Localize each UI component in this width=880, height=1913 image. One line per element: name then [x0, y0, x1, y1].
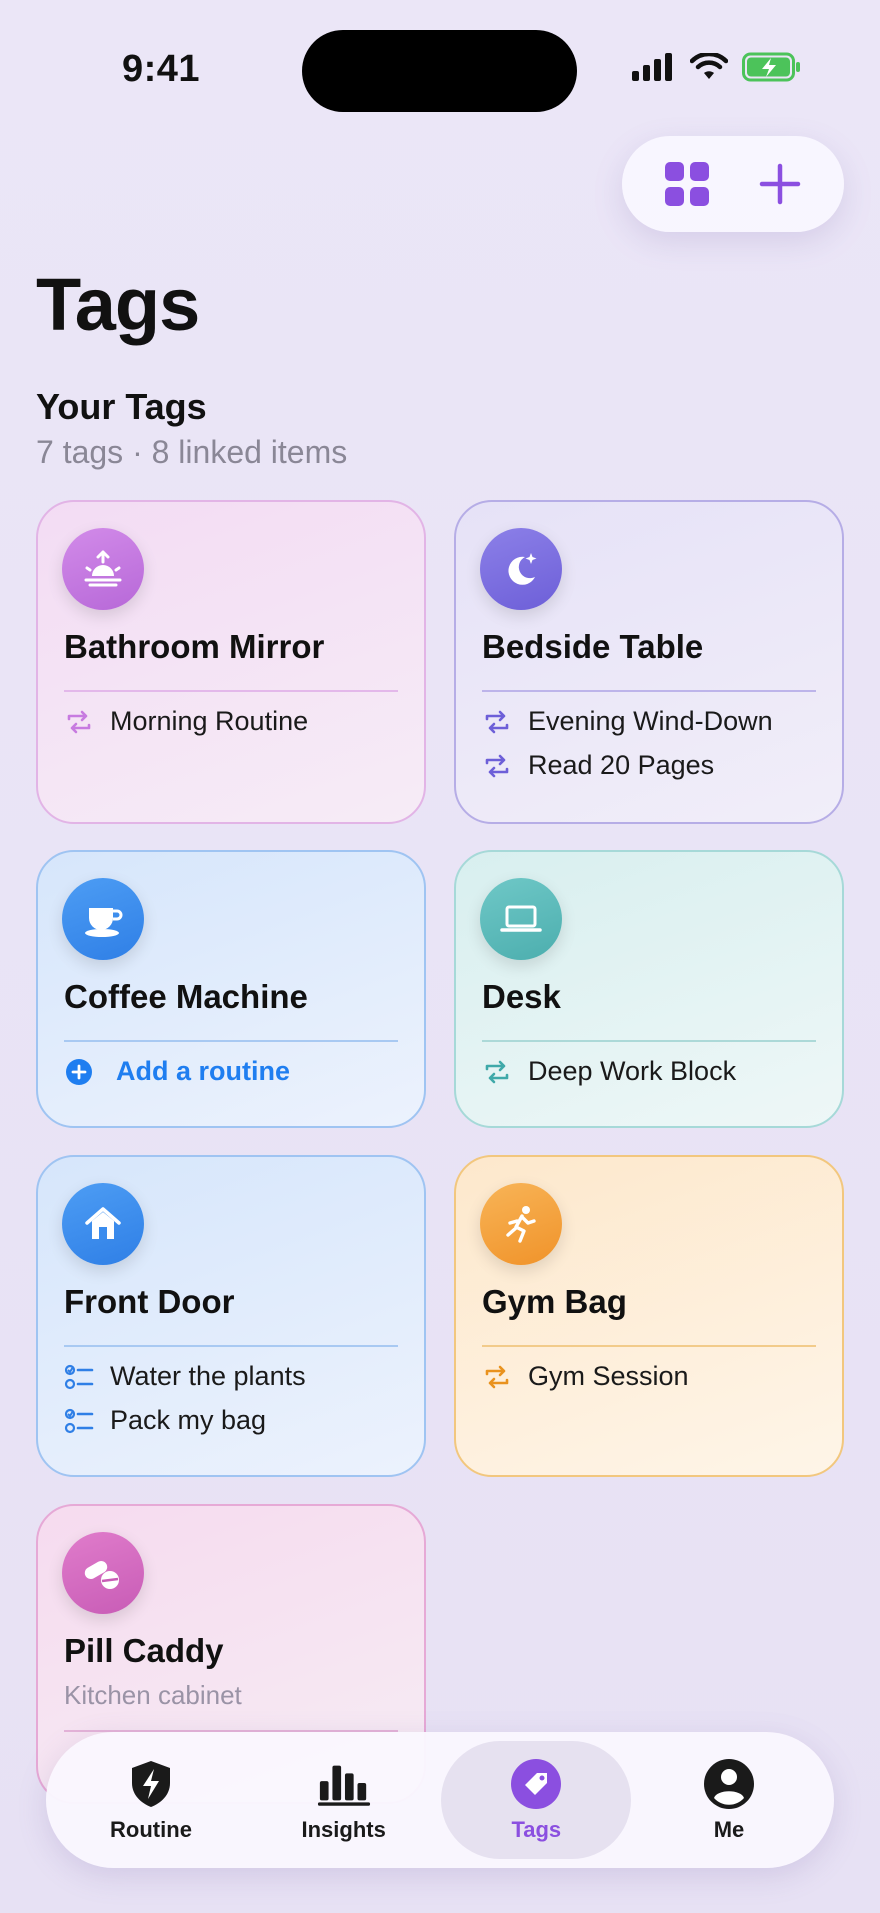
- divider: [64, 1345, 398, 1347]
- tag-title: Desk: [482, 978, 561, 1015]
- page-title: Tags: [36, 263, 200, 346]
- linked-routine-item[interactable]: Evening Wind-Down: [482, 706, 822, 737]
- tag-title: Bedside Table: [482, 628, 704, 665]
- linked-routine-item[interactable]: Morning Routine: [64, 706, 404, 737]
- linked-checklist-item[interactable]: Water the plants: [64, 1361, 404, 1392]
- tag-icon: [509, 1757, 563, 1811]
- section-subtitle: 7 tags · 8 linked items: [36, 434, 348, 470]
- linked-routine-item[interactable]: Deep Work Block: [482, 1056, 822, 1087]
- repeat-icon: [482, 751, 512, 781]
- linked-checklist-item[interactable]: Pack my bag: [64, 1405, 404, 1436]
- tab-label: Insights: [301, 1817, 386, 1842]
- dynamic-island: [302, 30, 577, 112]
- tag-icon-badge: [480, 878, 562, 960]
- tag-title: Coffee Machine: [64, 978, 308, 1015]
- tab-insights[interactable]: Insights: [249, 1741, 439, 1859]
- linked-routine-item[interactable]: Gym Session: [482, 1361, 822, 1392]
- tag-card-bedside-table[interactable]: Bedside Table Evening Wind-Down Read 20 …: [454, 500, 844, 824]
- sunrise-icon: [84, 550, 122, 587]
- tag-card-front-door[interactable]: Front Door Water the plants Pack my bag: [36, 1155, 426, 1477]
- repeat-icon: [64, 707, 94, 737]
- checklist-icon: [64, 1362, 94, 1392]
- tag-icon-badge: [62, 1183, 144, 1265]
- laptop-icon: [500, 905, 542, 932]
- repeat-icon: [482, 707, 512, 737]
- status-time: 9:41: [122, 48, 201, 90]
- wifi-icon: [690, 53, 728, 79]
- repeat-icon: [482, 1057, 512, 1087]
- tag-title: Pill Caddy: [64, 1632, 224, 1669]
- add-routine-button[interactable]: Add a routine: [64, 1056, 404, 1087]
- tag-card-coffee-machine[interactable]: Coffee Machine Add a routine: [36, 850, 426, 1128]
- running-figure-icon: [506, 1206, 536, 1243]
- tag-icon-badge: [62, 1532, 144, 1614]
- tab-me[interactable]: Me: [634, 1741, 824, 1859]
- tag-title: Gym Bag: [482, 1283, 627, 1320]
- linked-item-label: Morning Routine: [110, 706, 309, 736]
- linked-item-label: Water the plants: [110, 1361, 306, 1391]
- linked-item-label: Deep Work Block: [528, 1056, 737, 1086]
- header-actions: [622, 136, 844, 232]
- tab-routine[interactable]: Routine: [56, 1741, 246, 1859]
- tab-bar: Routine Insights Tags Me: [46, 1732, 834, 1868]
- tab-tags[interactable]: Tags: [441, 1741, 632, 1859]
- tag-icon-badge: [480, 528, 562, 610]
- tag-icon-badge: [62, 878, 144, 960]
- bar-chart-icon: [317, 1757, 371, 1811]
- status-icons: [632, 52, 802, 82]
- divider: [482, 1040, 816, 1042]
- tag-card-bathroom-mirror[interactable]: Bathroom Mirror Morning Routine: [36, 500, 426, 824]
- linked-item-label: Pack my bag: [110, 1405, 267, 1435]
- plus-icon: [759, 163, 800, 205]
- tag-icon-badge: [480, 1183, 562, 1265]
- tag-card-gym-bag[interactable]: Gym Bag Gym Session: [454, 1155, 844, 1477]
- pills-icon: [84, 1561, 119, 1589]
- repeat-icon: [482, 1362, 512, 1392]
- linked-item-label: Evening Wind-Down: [528, 706, 773, 736]
- divider: [482, 1345, 816, 1347]
- plus-circle-icon: [64, 1057, 94, 1087]
- person-circle-icon: [702, 1757, 756, 1811]
- grid-view-button[interactable]: [652, 149, 722, 219]
- tag-card-desk[interactable]: Desk Deep Work Block: [454, 850, 844, 1128]
- cellular-signal-icon: [632, 53, 672, 81]
- add-tag-button[interactable]: [745, 149, 815, 219]
- section-title: Your Tags: [36, 386, 207, 427]
- grid-icon: [664, 162, 709, 206]
- battery-charging-icon: [742, 52, 800, 82]
- tag-subtitle: Kitchen cabinet: [64, 1680, 242, 1710]
- linked-item-label: Gym Session: [528, 1361, 689, 1391]
- tag-title: Front Door: [64, 1283, 235, 1320]
- tab-label: Me: [713, 1817, 745, 1842]
- tab-label: Tags: [511, 1817, 562, 1842]
- moon-stars-icon: [508, 553, 537, 585]
- divider: [64, 1040, 398, 1042]
- add-routine-label: Add a routine: [116, 1056, 290, 1086]
- linked-item-label: Read 20 Pages: [528, 750, 715, 780]
- checklist-icon: [64, 1406, 94, 1436]
- divider: [64, 690, 398, 692]
- tag-icon-badge: [62, 528, 144, 610]
- bolt-shield-icon: [124, 1757, 178, 1811]
- coffee-cup-icon: [85, 908, 123, 937]
- tab-label: Routine: [110, 1817, 192, 1842]
- tags-screen: 9:41 Tags Your Tags 7 tags · 8 linked it…: [0, 0, 880, 1913]
- tag-title: Bathroom Mirror: [64, 628, 325, 665]
- linked-routine-item[interactable]: Read 20 Pages: [482, 750, 822, 781]
- house-icon: [85, 1207, 121, 1239]
- divider: [482, 690, 816, 692]
